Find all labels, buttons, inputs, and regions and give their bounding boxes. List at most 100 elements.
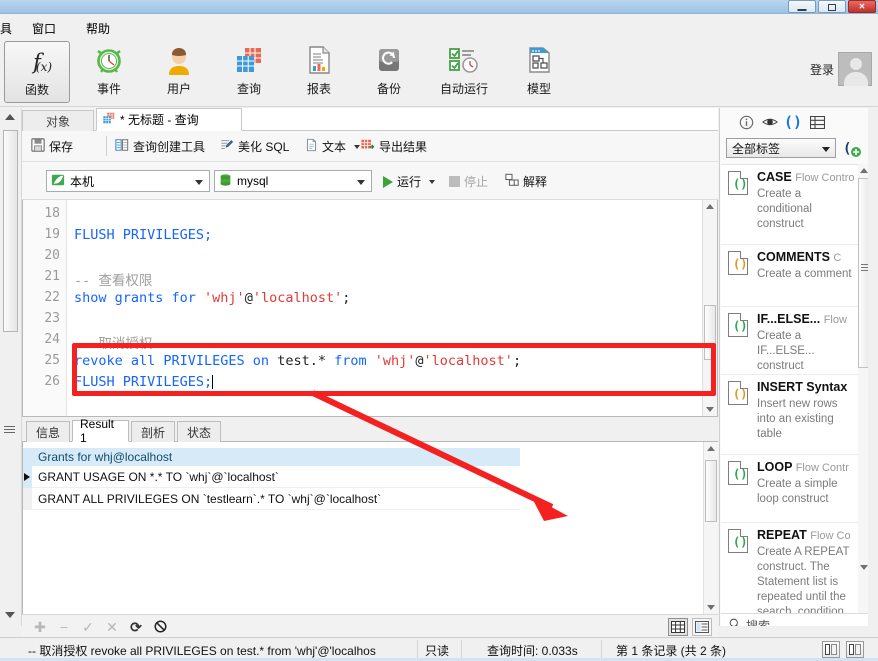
list-item[interactable]: () CASE Flow Contro Create a conditional… [721,165,858,245]
snippets-icon[interactable]: () [784,113,802,131]
info-icon[interactable] [737,113,755,131]
tab-result-1[interactable]: Result 1 [72,417,129,445]
snippet-file-icon: () [728,461,748,485]
editor-scroll-thumb[interactable] [704,305,716,360]
sql-editor[interactable]: 18 19 20 21 22 23 24 25 26 FLUSH PRIVILE… [22,200,718,417]
code-line[interactable]: show grants for 'whj'@'localhost'; [74,290,350,306]
text-mode-button[interactable]: 文本 [302,136,363,157]
database-select[interactable]: mysql [214,170,372,192]
scroll-up-icon[interactable] [707,446,715,451]
split-view-left-button[interactable] [822,641,840,658]
code-line[interactable]: FLUSH PRIVILEGES; [74,227,212,243]
list-item[interactable]: () INSERT Syntax Insert new rows into an… [721,375,858,455]
code-token: ; [342,290,351,306]
add-snippet-icon[interactable]: ( ) [842,138,868,158]
rail-scroll-up-icon[interactable] [5,114,15,120]
grid-scrollbar[interactable] [703,442,718,614]
result-grid[interactable]: Grants for whj@localhost GRANT USAGE ON … [22,442,718,614]
preview-eye-icon[interactable] [761,113,779,131]
query-builder-icon [115,138,129,155]
snippets-list[interactable]: () CASE Flow Contro Create a conditional… [721,164,858,626]
cancel-change-icon[interactable]: ✕ [104,619,120,636]
toolbar-button-automation[interactable]: 自动运行 [426,41,502,103]
code-line[interactable]: -- 查看权限 [74,269,152,289]
save-button[interactable]: 保存 [28,136,76,157]
list-item[interactable]: () COMMENTS C Create a comment [721,245,858,307]
toolbar-button-model[interactable]: 模型 [506,41,572,103]
grid-column-header[interactable]: Grants for whj@localhost [32,448,520,466]
toolbar-label-automation: 自动运行 [439,82,488,96]
tab-objects[interactable]: 对象 [22,110,94,131]
tab-query-document[interactable]: * 无标题 - 查询 [96,108,242,131]
query-builder-button[interactable]: 查询创建工具 [112,136,208,157]
scroll-up-icon[interactable] [860,168,868,173]
toolbar-button-event[interactable]: 事件 [76,41,142,103]
export-result-button[interactable]: 导出结果 [357,136,430,157]
server-icon [51,173,65,190]
snippets-scroll-thumb[interactable] [858,178,868,368]
code-line[interactable]: -- 取消授权 [74,332,152,352]
editor-scrollbar[interactable] [702,200,717,416]
chevron-down-icon[interactable] [429,179,436,184]
menu-item-help[interactable]: 帮助 [82,18,114,39]
menu-item-tools[interactable]: 具 [0,18,16,39]
avatar[interactable] [838,52,872,86]
list-item[interactable]: () LOOP Flow Contr Create a simple loop … [721,455,858,523]
toolbar-button-user[interactable]: 用户 [146,41,212,103]
editor-code-area[interactable]: FLUSH PRIVILEGES; -- 查看权限 show grants fo… [68,200,702,416]
grid-scroll-thumb[interactable] [705,460,717,522]
explain-button-label: 解释 [523,175,548,189]
tab-info[interactable]: 信息 [26,421,70,442]
chevron-down-icon[interactable] [195,180,203,185]
list-item[interactable]: () IF...ELSE... Flow Create a IF...ELSE.… [721,307,858,375]
grid-view-toggle[interactable] [668,618,688,636]
chevron-down-icon[interactable] [822,147,830,152]
stop-icon[interactable] [152,619,168,634]
rail-scroll-thumb[interactable] [3,130,18,332]
tag-filter-select[interactable]: 全部标签 [726,138,836,158]
tab-profile[interactable]: 剖析 [131,421,175,442]
scroll-up-icon[interactable] [706,204,714,209]
table-row[interactable]: GRANT ALL PRIVILEGES ON `testlearn`.* TO… [32,488,520,510]
code-line[interactable]: FLUSH PRIVILEGES; [74,374,214,390]
left-navigation-rail[interactable] [0,108,22,626]
list-item[interactable]: () REPEAT Flow Co Create A REPEAT constr… [721,523,858,626]
snippets-scrollbar[interactable] [858,164,868,626]
line-number: 25 [44,353,60,368]
line-number: 26 [44,374,60,389]
close-button[interactable]: ✕ [848,0,876,13]
chevron-down-icon[interactable] [357,180,365,185]
maximize-button[interactable] [818,0,846,13]
menu-item-window[interactable]: 窗口 [28,18,60,39]
login-link[interactable]: 登录 [810,61,834,78]
query-tab-icon [102,111,116,128]
remove-row-icon[interactable]: − [56,619,72,635]
minimize-button[interactable] [788,0,816,13]
toolbar-button-backup[interactable]: 备份 [356,41,422,103]
code-line[interactable]: revoke all PRIVILEGES on test.* from 'wh… [74,353,521,369]
snippets-search-box[interactable]: 搜索 [721,613,868,626]
beautify-sql-button[interactable]: 美化 SQL [216,136,292,157]
scroll-down-icon[interactable] [706,407,714,412]
apply-change-icon[interactable]: ✓ [80,619,96,636]
scroll-down-icon[interactable] [707,605,715,610]
toolbar-label-model: 模型 [526,82,551,96]
form-view-toggle[interactable] [692,618,712,636]
scroll-down-icon[interactable] [860,565,868,570]
table-row[interactable]: GRANT USAGE ON *.* TO `whj`@`localhost` [32,466,520,488]
grid-panel-icon[interactable] [808,113,826,131]
line-number: 20 [44,248,60,263]
toolbar-button-query[interactable]: 查询 [216,41,282,103]
tab-status[interactable]: 状态 [177,421,221,442]
toolbar-button-function[interactable]: f (x) 函数 [4,41,70,103]
rail-scroll-down-icon[interactable] [5,612,15,618]
add-row-icon[interactable]: ✚ [32,619,48,636]
run-button[interactable]: 运行 [380,171,438,192]
snippet-description: Insert new rows into an existing table [757,398,838,440]
toolbar-button-report[interactable]: 报表 [286,41,352,103]
split-view-right-button[interactable] [846,641,864,658]
server-select[interactable]: 本机 [46,170,210,192]
database-icon [219,173,232,190]
refresh-icon[interactable]: ⟳ [128,619,144,636]
explain-button[interactable]: 解释 [502,171,550,192]
